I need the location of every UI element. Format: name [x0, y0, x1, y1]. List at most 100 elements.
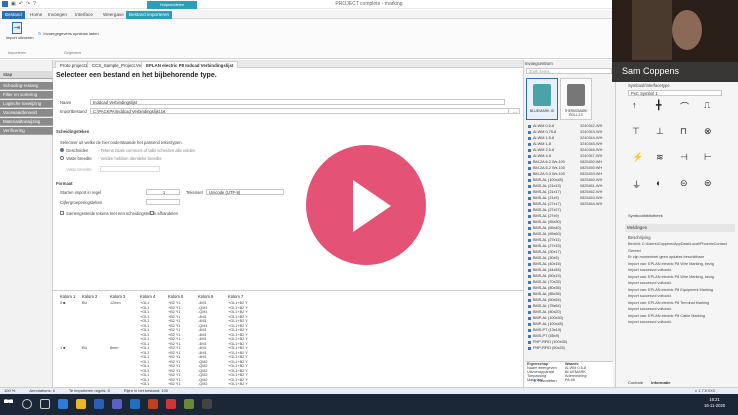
- tab-bestand[interactable]: Bestand: [2, 11, 25, 19]
- arrow-symbol-icon[interactable]: ↑: [632, 100, 637, 110]
- tab-interface[interactable]: Interface: [72, 11, 96, 19]
- marker-list-item[interactable]: BMS-AL (70x25): [528, 280, 561, 284]
- contact-symbol-icon[interactable]: ⊢: [704, 152, 712, 163]
- marker-list-item[interactable]: BMS-AL (44x55): [528, 268, 561, 272]
- acrobat-icon[interactable]: [166, 399, 176, 409]
- marker-list-item[interactable]: BMS-AL (27x27): [528, 208, 561, 212]
- redo-icon[interactable]: ↷: [26, 1, 30, 7]
- marker-list-item[interactable]: BMP-AL (100x30): [528, 316, 563, 320]
- pulse-symbol-icon[interactable]: ⎍: [704, 100, 710, 111]
- marker-list-item[interactable]: Ai-WM 1-8: [528, 142, 551, 146]
- tab-weergave[interactable]: Weergave: [100, 11, 127, 19]
- task-view-icon[interactable]: [40, 399, 50, 409]
- cap-symbol-icon[interactable]: ⊓: [680, 126, 687, 137]
- save-icon[interactable]: ▣: [11, 1, 16, 7]
- step-item[interactable]: Filter en sortering: [0, 91, 53, 99]
- column-header[interactable]: Kolom 5: [168, 294, 183, 299]
- powerpoint-icon[interactable]: [148, 399, 158, 409]
- tab-home[interactable]: Home: [27, 11, 45, 19]
- symbol-type-select[interactable]: PxC Symbol 1: [628, 90, 722, 96]
- app-icon-active[interactable]: [202, 399, 212, 409]
- junction-symbol-icon[interactable]: ╋: [656, 100, 661, 111]
- composite-checkbox-2[interactable]: [150, 211, 154, 215]
- outlook-icon[interactable]: [130, 399, 140, 409]
- tab-informatie[interactable]: Informatie: [651, 380, 670, 385]
- marker-list-item[interactable]: BMS-AL (75x64): [528, 304, 561, 308]
- explorer-icon[interactable]: [76, 399, 86, 409]
- digit-group-select[interactable]: [146, 199, 180, 205]
- marker-list-item[interactable]: BMS-AL (65x30): [528, 220, 561, 224]
- marker-list-item[interactable]: BMS-PT (55x9): [528, 334, 559, 338]
- marker-list-item[interactable]: Ai-WM 4-8: [528, 154, 551, 158]
- marker-list-item[interactable]: BMS-AL (27x11): [528, 238, 561, 242]
- marker-list-item[interactable]: BMS-PT (13x10): [528, 328, 561, 332]
- equal-symbol-icon[interactable]: ⊜: [704, 178, 712, 189]
- composite-checkbox[interactable]: [60, 211, 64, 215]
- charset-select[interactable]: Unicode (UTF-8): [206, 189, 284, 195]
- marker-list-item[interactable]: BMS-AL (80x35): [528, 286, 561, 290]
- marker-list-item[interactable]: BMS-AL (30x17): [528, 250, 561, 254]
- marker-list-item[interactable]: BMS-AL (50x15): [528, 274, 561, 278]
- marker-list-item[interactable]: BMS-AL (30x9): [528, 256, 559, 260]
- marker-list-item[interactable]: BMS-AL (65x40): [528, 226, 561, 230]
- word-icon[interactable]: [94, 399, 104, 409]
- device-tile-thermomark[interactable]: THERMOMARK ROLL 2.0: [560, 78, 592, 120]
- marker-list-item[interactable]: Ai-WM 0,75-8: [528, 130, 556, 134]
- step-item[interactable]: Verificering: [0, 127, 53, 135]
- insert-search-input[interactable]: Zoek items: [526, 68, 612, 74]
- favorites-tab[interactable]: ★ Favorieten: [533, 378, 557, 383]
- marker-list-item[interactable]: BMS-AL (21x13): [528, 184, 561, 188]
- step-item[interactable]: Logische toewijzing: [0, 100, 53, 108]
- marker-list-item[interactable]: BMS-AL (85x35): [528, 292, 561, 296]
- name-field[interactable]: Inddcad Verbindingslijst: [90, 99, 505, 105]
- fixed-width-field[interactable]: [100, 166, 160, 172]
- column-header[interactable]: Kolom 4: [140, 294, 155, 299]
- marker-list-item[interactable]: BMP-AL (100x45): [528, 322, 563, 326]
- radio-delimited[interactable]: [60, 148, 64, 152]
- undo-icon[interactable]: ↶: [19, 1, 23, 7]
- contact-symbol-icon[interactable]: ⊣: [680, 152, 688, 163]
- marker-list-item[interactable]: BMS-AL (27x9): [528, 214, 559, 218]
- browse-button[interactable]: …: [508, 108, 520, 114]
- step-item[interactable]: Voorwaardenveld: [0, 109, 53, 117]
- lightning-symbol-icon[interactable]: ⚡: [632, 152, 643, 163]
- half-circle-symbol-icon[interactable]: ◐: [656, 178, 661, 188]
- tab-controle[interactable]: Controle: [628, 380, 643, 385]
- marker-list-item[interactable]: BMS-AL (40x15): [528, 262, 561, 266]
- marker-list-item[interactable]: BM-2A 6-2 Ws 100: [528, 160, 565, 164]
- marker-list-item[interactable]: Ai-WM 2,5-8: [528, 148, 554, 152]
- marker-list-item[interactable]: BM-2A 9-3 Ws 100: [528, 172, 565, 176]
- wave-symbol-icon[interactable]: ≋: [656, 152, 664, 163]
- earth-symbol-icon[interactable]: ⏚: [632, 178, 641, 191]
- edge-icon[interactable]: [58, 399, 68, 409]
- doc-tab-active[interactable]: EPLAN electric P8 Indcad Verbindingslijs…: [141, 61, 239, 68]
- search-icon[interactable]: [22, 399, 32, 409]
- column-header[interactable]: Kolom 1: [60, 294, 75, 299]
- marker-list-item[interactable]: BMS-AL (65x60): [528, 232, 561, 236]
- marker-list-item[interactable]: PHP-RFID (90x25): [528, 346, 565, 350]
- column-header[interactable]: Kolom 6: [198, 294, 213, 299]
- tee-symbol-icon[interactable]: ⊤: [632, 126, 640, 137]
- tab-invoegen[interactable]: Invoegen: [45, 11, 70, 19]
- step-item[interactable]: Materiaaltoewijzing: [0, 118, 53, 126]
- column-header[interactable]: Kolom 2: [82, 294, 97, 299]
- import-button[interactable]: ⇥ Import uitvoeren: [6, 22, 33, 48]
- radio-fixed-width[interactable]: [60, 156, 64, 160]
- marker-list-item[interactable]: BMS-AL (27x17): [528, 202, 561, 206]
- ground-symbol-icon[interactable]: ⊥: [656, 126, 664, 137]
- marker-list-item[interactable]: BMS-AL (100x45): [528, 178, 563, 182]
- import-file-field[interactable]: C:\PACKPA\Inddcad Verbindingslijst.txt: [90, 108, 515, 114]
- symbol-library-tab[interactable]: Symboolbibliotheek: [628, 213, 663, 218]
- marker-list-item[interactable]: BMS-AL (21x9): [528, 196, 559, 200]
- app-icon-green[interactable]: [184, 399, 194, 409]
- marker-list-item[interactable]: Ai-WM 1,5-8: [528, 136, 554, 140]
- help-icon[interactable]: ?: [33, 1, 36, 7]
- start-row-field[interactable]: 1: [146, 189, 180, 195]
- marker-list-item[interactable]: BMS-AL (60x54): [528, 298, 561, 302]
- marker-list-item[interactable]: BMS-AL (27x15): [528, 244, 561, 248]
- step-item[interactable]: Schooling-restang: [0, 82, 53, 90]
- column-header[interactable]: Kolom 7: [228, 294, 243, 299]
- marker-list-item[interactable]: BMS-AL (80x20): [528, 310, 561, 314]
- marker-list-item[interactable]: Ai-WM 0,5-8: [528, 124, 554, 128]
- marker-list-item[interactable]: BMS-AL (21x17): [528, 190, 561, 194]
